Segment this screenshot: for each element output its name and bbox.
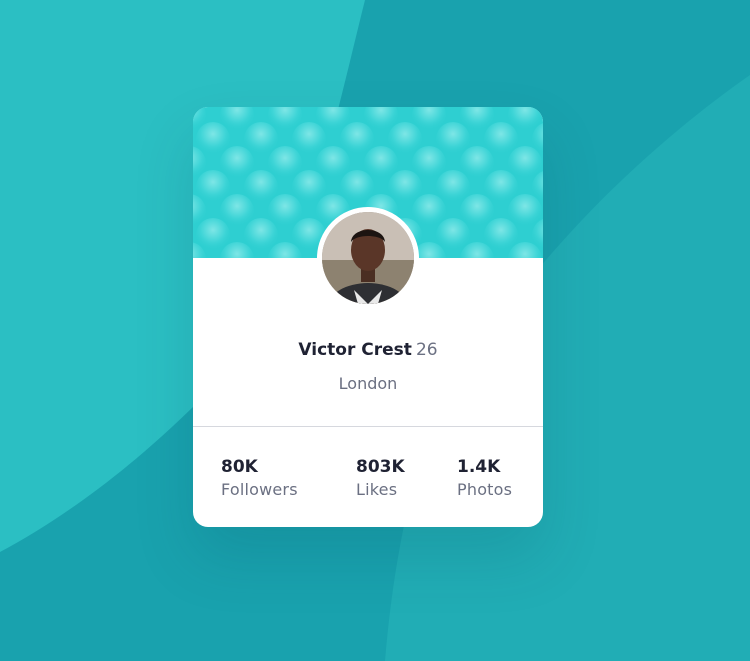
stat-label: Likes	[356, 480, 398, 499]
stat-label: Followers	[221, 480, 298, 499]
stat-value: 80K	[221, 457, 258, 477]
header-bubble	[484, 170, 518, 204]
header-bubble	[340, 170, 374, 204]
profile-age: 26	[415, 340, 438, 360]
header-bubble	[316, 146, 350, 180]
header-bubble	[268, 146, 302, 180]
header-bubble	[412, 146, 446, 180]
header-bubble	[484, 218, 518, 252]
header-bubble	[484, 122, 518, 156]
header-bubble	[460, 146, 494, 180]
stat-value: 1.4K	[457, 457, 501, 477]
stat-photos: 1.4K Photos	[457, 456, 512, 502]
header-bubble	[244, 218, 278, 252]
header-bubble	[220, 194, 254, 228]
profile-card: Victor Crest 26 London 80K Followers 803K…	[193, 107, 543, 527]
stat-value: 803K	[356, 457, 405, 477]
header-bubble	[196, 218, 230, 252]
stat-followers: 80K Followers	[221, 456, 298, 502]
profile-name: Victor Crest	[298, 340, 412, 360]
header-bubble	[340, 122, 374, 156]
profile-photo	[322, 212, 414, 304]
header-bubble	[244, 122, 278, 156]
profile-location: London	[338, 374, 398, 393]
header-bubble	[508, 194, 542, 228]
header-bubble	[388, 170, 422, 204]
header-bubble	[436, 122, 470, 156]
header-bubble	[292, 122, 326, 156]
header-bubble	[220, 146, 254, 180]
stat-likes: 803K Likes	[356, 456, 405, 502]
header-bubble	[388, 122, 422, 156]
header-bubble	[436, 170, 470, 204]
header-bubble	[436, 218, 470, 252]
stat-label: Photos	[457, 480, 513, 499]
header-bubble	[292, 170, 326, 204]
header-bubble	[460, 194, 494, 228]
header-bubble	[244, 170, 278, 204]
header-bubble	[196, 122, 230, 156]
header-bubble	[412, 194, 446, 228]
header-bubble	[364, 146, 398, 180]
avatar[interactable]	[317, 207, 419, 309]
profile-name-row: Victor Crest 26	[193, 339, 543, 361]
header-bubble	[508, 146, 542, 180]
header-bubble	[268, 194, 302, 228]
header-bubble	[196, 170, 230, 204]
divider	[193, 426, 543, 427]
